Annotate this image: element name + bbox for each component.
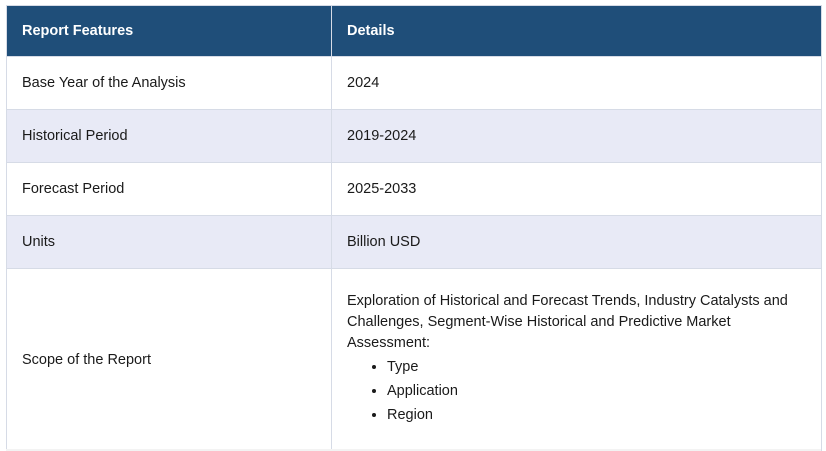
scope-detail-cell: Exploration of Historical and Forecast T… (331, 268, 822, 451)
table-row: Units Billion USD (6, 215, 822, 269)
feature-cell: Scope of the Report (6, 268, 332, 451)
feature-cell: Units (6, 215, 332, 269)
scope-description: Exploration of Historical and Forecast T… (347, 286, 806, 433)
scope-description-text: Exploration of Historical and Forecast T… (347, 293, 788, 351)
scope-list: Type Application Region (347, 355, 806, 427)
detail-cell: 2024 (331, 56, 822, 110)
table-header-row: Report Features Details (6, 5, 822, 57)
detail-cell: 2025-2033 (331, 162, 822, 216)
table-row: Base Year of the Analysis 2024 (6, 56, 822, 110)
list-item: Region (387, 403, 806, 427)
header-details: Details (331, 5, 822, 57)
list-item: Application (387, 379, 806, 403)
table-body: Base Year of the Analysis 2024 Historica… (6, 56, 822, 451)
feature-cell: Base Year of the Analysis (6, 56, 332, 110)
report-features-table: Report Features Details Base Year of the… (6, 5, 822, 451)
feature-cell: Historical Period (6, 109, 332, 163)
table-row-scope: Scope of the Report Exploration of Histo… (6, 268, 822, 451)
detail-cell: Billion USD (331, 215, 822, 269)
table-row: Forecast Period 2025-2033 (6, 162, 822, 216)
detail-cell: 2019-2024 (331, 109, 822, 163)
feature-cell: Forecast Period (6, 162, 332, 216)
list-item: Type (387, 355, 806, 379)
header-report-features: Report Features (6, 5, 332, 57)
table-header: Report Features Details (6, 5, 822, 57)
table-row: Historical Period 2019-2024 (6, 109, 822, 163)
